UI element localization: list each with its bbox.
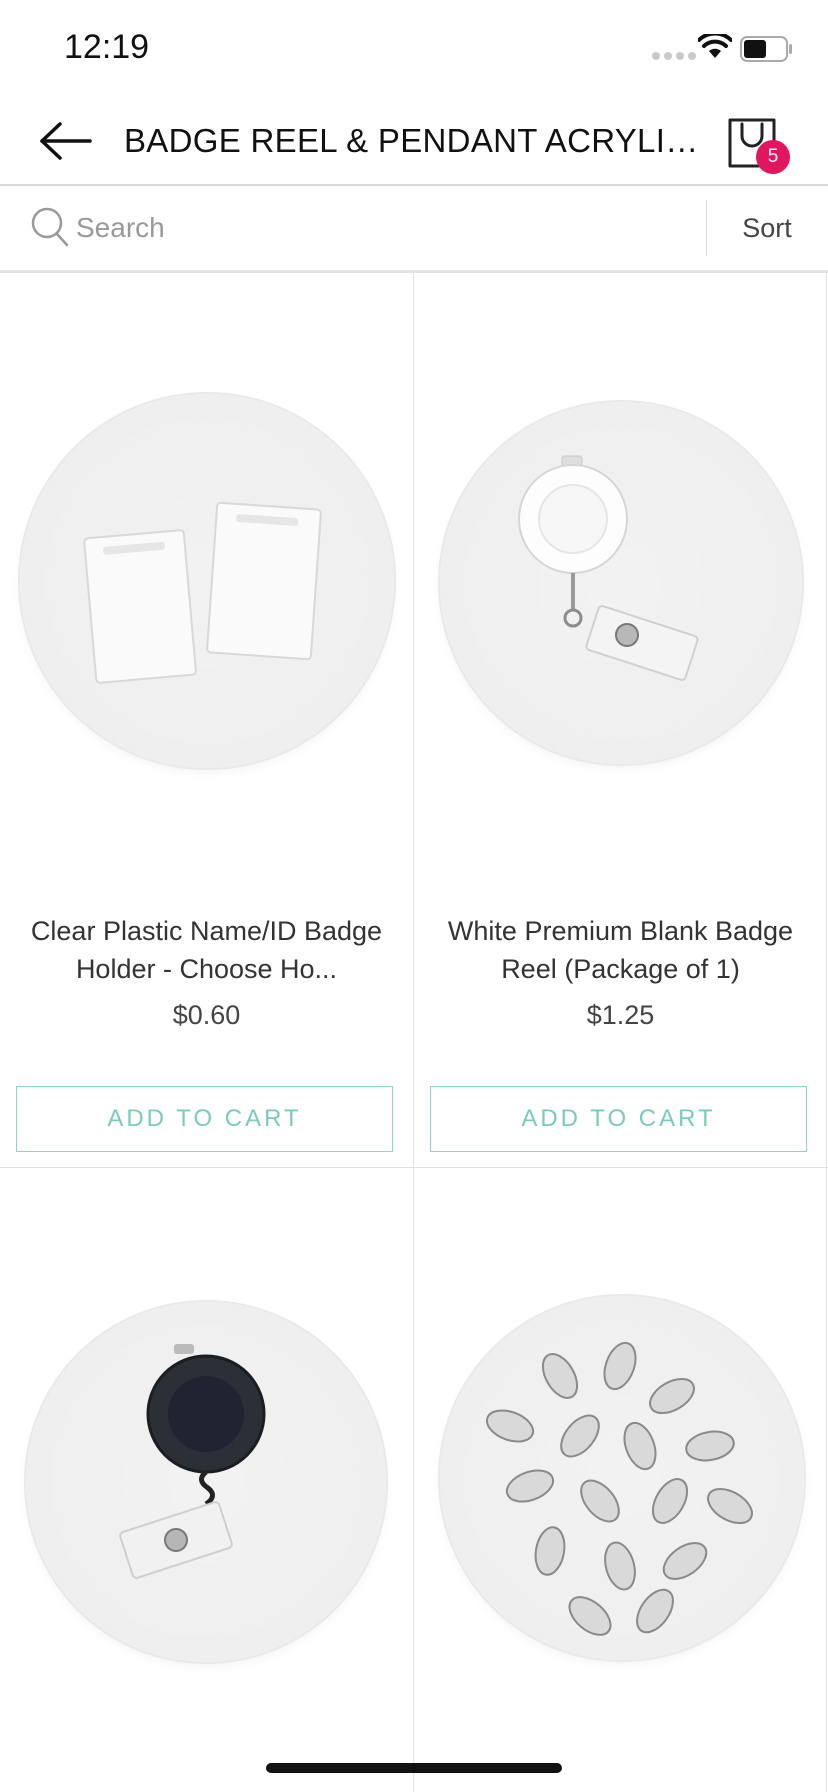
cellular-signal-icon [652, 52, 696, 60]
page-title: BADGE REEL & PENDANT ACRYLIC A... [124, 122, 704, 159]
product-image[interactable] [26, 1302, 386, 1662]
status-bar: 12:19 [0, 0, 828, 100]
navigation-bar: BADGE REEL & PENDANT ACRYLIC A... 5 [0, 100, 828, 186]
product-title[interactable]: Clear Plastic Name/ID Badge Holder - Cho… [8, 912, 405, 988]
search-bar: Sort [0, 186, 828, 273]
product-card[interactable]: White Premium Blank Badge Reel (Package … [414, 272, 827, 1167]
add-to-cart-button[interactable]: ADD TO CART [16, 1086, 393, 1152]
product-price: $0.60 [172, 1000, 241, 1030]
product-image[interactable] [20, 394, 394, 768]
search-icon [31, 207, 69, 247]
product-image[interactable] [440, 1296, 804, 1660]
product-title[interactable]: White Premium Blank Badge Reel (Package … [422, 912, 819, 988]
product-card[interactable] [414, 1168, 827, 1792]
cart-count-badge: 5 [756, 140, 790, 174]
product-image[interactable] [440, 402, 802, 764]
search-input[interactable] [74, 204, 678, 252]
home-indicator [266, 1763, 562, 1773]
add-to-cart-button[interactable]: ADD TO CART [430, 1086, 807, 1152]
back-arrow-icon[interactable] [36, 118, 96, 164]
status-time: 12:19 [64, 28, 150, 66]
product-card[interactable] [0, 1168, 413, 1792]
product-card[interactable]: Clear Plastic Name/ID Badge Holder - Cho… [0, 272, 413, 1167]
product-price: $1.25 [586, 1000, 655, 1030]
sort-button[interactable]: Sort [706, 186, 828, 270]
battery-icon [740, 36, 792, 62]
wifi-icon [698, 34, 732, 58]
